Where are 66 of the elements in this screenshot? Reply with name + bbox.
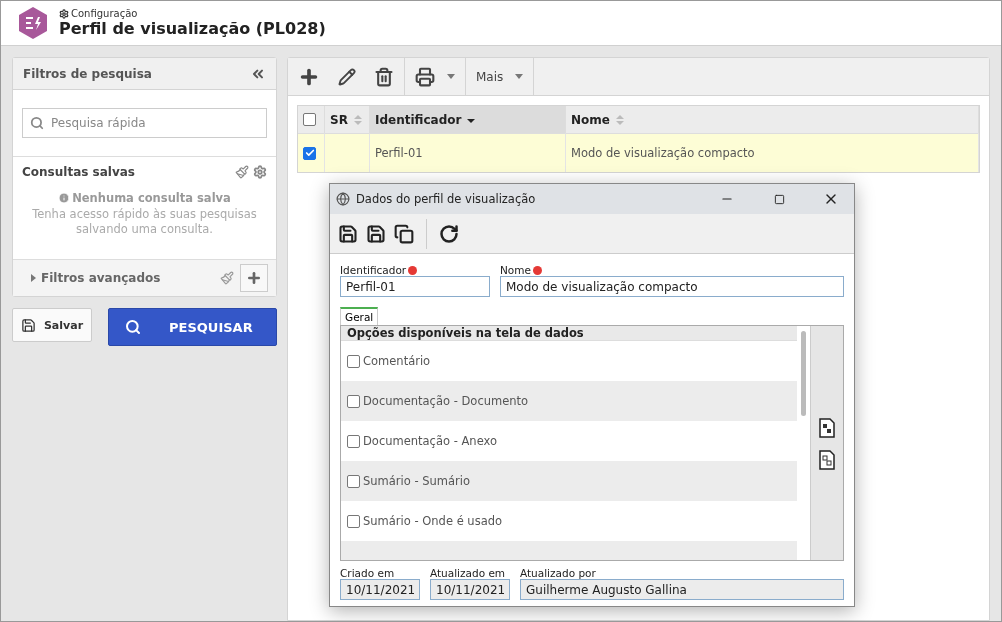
readonly-field[interactable]: Guilherme Augusto Gallina [520, 579, 844, 600]
readonly-field[interactable]: 10/11/2021 [340, 579, 420, 600]
check-all-icon[interactable] [819, 418, 835, 438]
option-checkbox[interactable] [347, 394, 360, 408]
table-cell: Perfil-01 [370, 133, 566, 172]
option-checkbox[interactable] [347, 434, 360, 448]
field-label: Identificador [340, 264, 490, 276]
info-icon [58, 192, 71, 204]
panel-title: Filtros de pesquisa [23, 66, 152, 81]
save-close-button[interactable] [366, 223, 386, 244]
refresh-button[interactable] [439, 223, 459, 244]
option-checkbox[interactable] [347, 354, 360, 368]
table-row[interactable]: Perfil-01 Modo de visualização compacto [298, 133, 979, 172]
edit-button[interactable] [338, 67, 356, 86]
scrollbar-thumb[interactable] [801, 331, 806, 416]
option-label: Sumário - Sumário [363, 474, 471, 488]
empty-title: Nenhuma consulta salva [58, 191, 231, 205]
tab[interactable]: Geral [340, 307, 379, 325]
column-header[interactable]: Identificador [370, 106, 566, 133]
clear-icon[interactable] [235, 165, 249, 179]
column-header[interactable]: Nome [566, 106, 979, 133]
option-label: Sumário - Onde é usado [363, 514, 503, 528]
settings-icon[interactable] [253, 165, 267, 179]
save-button[interactable] [338, 223, 358, 244]
print-button[interactable] [415, 66, 455, 87]
option-label: Documentação - Documento [363, 394, 529, 408]
plus-icon [246, 270, 262, 286]
option-label: Documentação - Anexo [363, 434, 497, 448]
field-label: Atualizado por [520, 567, 597, 579]
save-button[interactable]: Salvar [12, 308, 92, 342]
search-icon [30, 116, 44, 130]
option-checkbox[interactable] [347, 474, 360, 488]
search-field[interactable]: Pesquisa rápida [22, 108, 267, 138]
select-all-checkbox[interactable] [303, 113, 316, 126]
page-title: Perfil de visualização (PL028) [59, 19, 326, 38]
maximize-icon [773, 193, 785, 205]
copy-button[interactable] [394, 223, 414, 244]
empty-message: Tenha acesso rápido às suas pesquisas salvando uma consulta. [31, 207, 258, 237]
readonly-field[interactable]: 10/11/2021 [430, 579, 510, 600]
delete-button[interactable] [374, 66, 394, 87]
table-cell: Modo de visualização compacto [566, 133, 979, 172]
row-checkbox[interactable] [303, 146, 316, 160]
breadcrumb[interactable]: Configuração [59, 8, 326, 19]
globe-icon [336, 192, 350, 206]
field-label: Criado em [340, 567, 396, 579]
sort-icon [353, 114, 362, 125]
sort-icon [615, 114, 624, 125]
dialog-title: Dados do perfil de visualização [356, 192, 537, 206]
option-label: Comentário [363, 354, 431, 368]
add-button[interactable] [240, 264, 268, 292]
list-header: Opções disponíveis na tela de dados [341, 326, 797, 341]
text-field[interactable]: Modo de visualização compacto [500, 276, 844, 297]
floppy-icon [20, 317, 36, 333]
search-button[interactable]: PESQUISAR [108, 308, 277, 346]
clear-icon[interactable] [220, 271, 234, 285]
gear-icon [59, 8, 69, 19]
uncheck-all-icon[interactable] [819, 450, 835, 470]
text-field[interactable]: Perfil-01 [340, 276, 490, 297]
option-checkbox[interactable] [347, 514, 360, 528]
section-title: Consultas salvas [22, 165, 135, 179]
column-header[interactable]: SR [325, 106, 370, 133]
field-label: Atualizado em [430, 567, 507, 579]
search-icon [125, 319, 141, 335]
field-label: Nome [500, 264, 844, 276]
app-logo-icon [17, 6, 49, 40]
more-menu-button[interactable]: Mais [476, 69, 524, 84]
